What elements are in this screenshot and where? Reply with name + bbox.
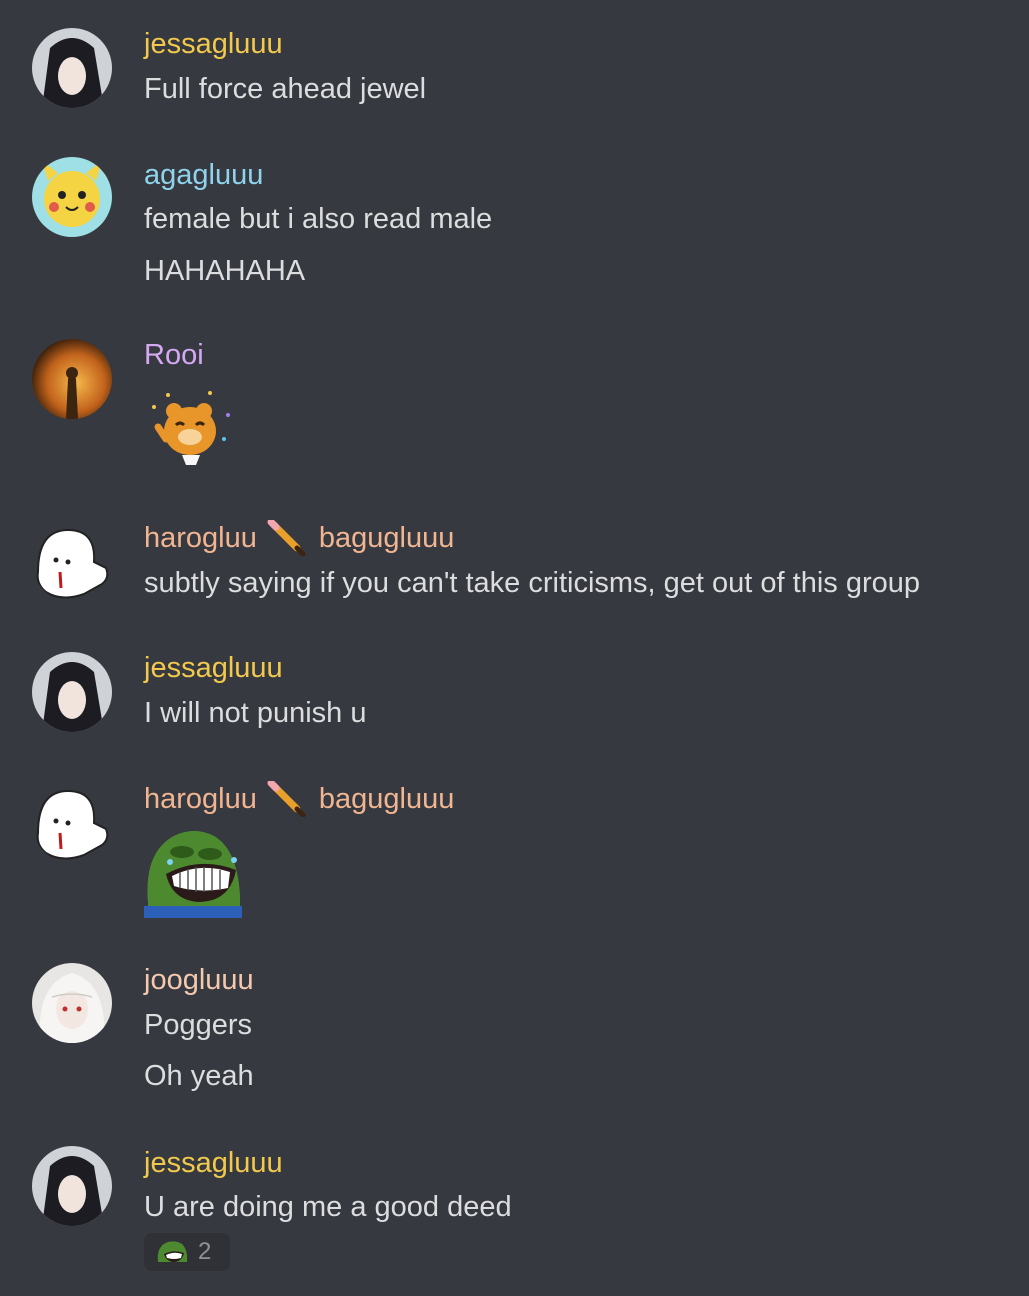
avatar[interactable] xyxy=(32,339,112,419)
avatar[interactable] xyxy=(32,652,112,732)
anime-dark-hair-avatar-icon xyxy=(32,1146,112,1226)
anime-dark-hair-avatar-icon xyxy=(32,652,112,732)
author-row: harogluu bagugluuu xyxy=(144,520,454,556)
anime-dark-hair-avatar-icon xyxy=(32,28,112,108)
pepe-laugh-icon xyxy=(144,831,242,918)
author-name[interactable]: harogluu xyxy=(144,520,257,556)
ghost-avatar-icon xyxy=(32,522,112,602)
author-row: harogluu bagugluuu xyxy=(144,781,454,817)
author-name[interactable]: Rooi xyxy=(144,337,204,373)
pikachu-avatar-icon xyxy=(32,157,112,237)
pepe-laugh-emoji[interactable] xyxy=(144,822,242,923)
author-name-secondary[interactable]: bagugluuu xyxy=(319,781,454,817)
avatar[interactable] xyxy=(32,1146,112,1226)
pencil-icon xyxy=(267,520,306,556)
avatar[interactable] xyxy=(32,783,112,863)
pepe-laugh-icon xyxy=(157,1241,188,1262)
white-hair-avatar-icon xyxy=(32,963,112,1043)
message-text: female but i also read male xyxy=(144,203,493,235)
sunset-avatar-icon xyxy=(32,339,112,419)
author-name[interactable]: agagluuu xyxy=(144,157,263,193)
author-name-secondary[interactable]: bagugluuu xyxy=(319,520,454,556)
author-name[interactable]: jessagluuu xyxy=(144,1145,283,1181)
author-name[interactable]: jessagluuu xyxy=(144,26,283,62)
pencil-icon xyxy=(267,781,306,817)
reaction-count: 2 xyxy=(198,1238,212,1265)
message-text: HAHAHAHA xyxy=(144,255,306,287)
avatar[interactable] xyxy=(32,522,112,602)
reaction-pill[interactable]: 2 xyxy=(144,1233,230,1271)
ghost-avatar-icon xyxy=(32,783,112,863)
author-name[interactable]: jessagluuu xyxy=(144,650,283,686)
message-text: Full force ahead jewel xyxy=(144,73,427,105)
author-name[interactable]: joogluuu xyxy=(144,962,254,998)
avatar[interactable] xyxy=(32,28,112,108)
author-name[interactable]: harogluu xyxy=(144,781,257,817)
avatar[interactable] xyxy=(32,157,112,237)
avatar[interactable] xyxy=(32,963,112,1043)
message-text: Oh yeah xyxy=(144,1060,254,1092)
laughing-bear-sticker[interactable] xyxy=(144,387,236,472)
message-text: subtly saying if you can't take criticis… xyxy=(144,567,921,599)
laughing-bear-icon xyxy=(152,391,230,465)
message-text: U are doing me a good deed xyxy=(144,1191,512,1223)
message-text: Poggers xyxy=(144,1009,253,1041)
message-text: I will not punish u xyxy=(144,697,367,729)
